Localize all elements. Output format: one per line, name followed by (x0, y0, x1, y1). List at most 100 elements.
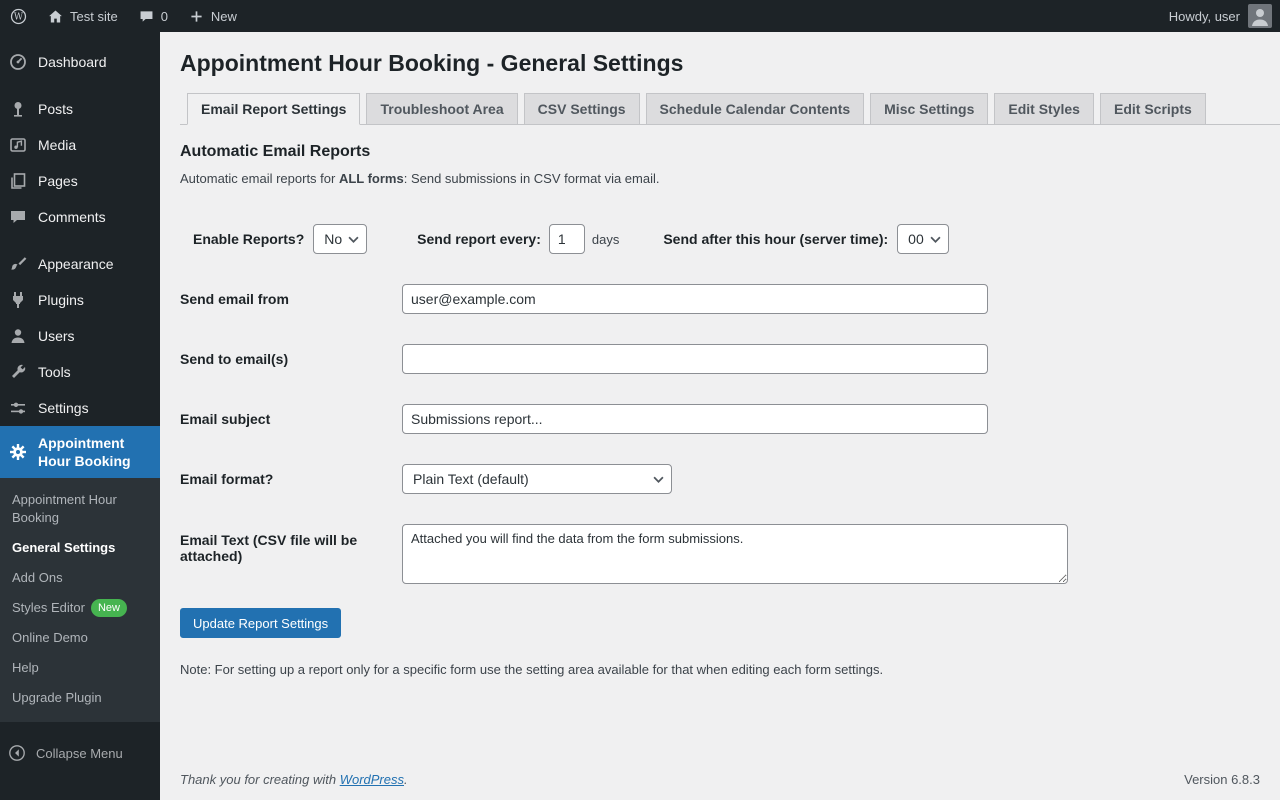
howdy-text[interactable]: Howdy, user (1169, 9, 1240, 24)
tab-edit-scripts[interactable]: Edit Scripts (1099, 93, 1206, 125)
site-name-label: Test site (70, 8, 118, 24)
tab-troubleshoot-area[interactable]: Troubleshoot Area (366, 93, 518, 125)
intro-prefix: Automatic email reports for (180, 171, 339, 186)
new-label: New (210, 8, 237, 24)
sidebar-item-settings[interactable]: Settings (0, 390, 160, 426)
sidebar-item-label: Media (38, 137, 77, 153)
collapse-menu-label: Collapse Menu (36, 745, 123, 761)
submenu-label: General Settings (12, 540, 116, 555)
main-content: Appointment Hour Booking - General Setti… (160, 32, 1280, 800)
email-text-label: Email Text (CSV file will be attached) (180, 532, 358, 564)
tab-edit-styles[interactable]: Edit Styles (994, 93, 1094, 125)
send-to-emails-label: Send to email(s) (180, 351, 289, 367)
intro-text: Automatic email reports for ALL forms: S… (180, 171, 1260, 186)
submenu-label: Online Demo (12, 630, 88, 645)
sidebar-item-users[interactable]: Users (0, 318, 160, 354)
sidebar-item-label: Users (38, 328, 75, 344)
settings-tabs: Email Report Settings Troubleshoot Area CS… (180, 93, 1280, 125)
tab-schedule-calendar-contents[interactable]: Schedule Calendar Contents (645, 93, 865, 125)
sidebar-item-posts[interactable]: Posts (0, 91, 160, 127)
send-to-emails-input[interactable] (402, 344, 988, 374)
submenu-item-add-ons[interactable]: Add Ons (0, 563, 160, 593)
collapse-menu-button[interactable]: Collapse Menu (0, 736, 160, 770)
plus-icon (188, 8, 205, 25)
svg-text:W: W (14, 12, 24, 22)
thanks-prefix: Thank you for creating with (180, 772, 340, 787)
sidebar-item-pages[interactable]: Pages (0, 163, 160, 199)
sidebar-item-label: Dashboard (38, 54, 107, 70)
admin-sidebar: Dashboard Posts Media Pages Comments App… (0, 32, 160, 800)
page-title: Appointment Hour Booking - General Setti… (180, 50, 684, 76)
users-icon (8, 326, 28, 346)
send-email-from-label: Send email from (180, 291, 289, 307)
sidebar-item-label: Posts (38, 101, 74, 117)
submenu-item-help[interactable]: Help (0, 653, 160, 683)
posts-icon (8, 99, 28, 119)
sidebar-item-label: Settings (38, 400, 89, 416)
sidebar-item-appearance[interactable]: Appearance (0, 246, 160, 282)
sidebar-item-label: Plugins (38, 292, 84, 308)
report-hour-value: 00 (908, 231, 924, 247)
days-unit-label: days (591, 231, 620, 247)
comments-icon (8, 207, 28, 227)
admin-footer: Thank you for creating with WordPress. V… (160, 762, 1280, 800)
plugin-submenu: Appointment Hour Booking General Setting… (0, 478, 160, 722)
submenu-item-upgrade-plugin[interactable]: Upgrade Plugin (0, 683, 160, 713)
submenu-item-general-settings[interactable]: General Settings (0, 533, 160, 563)
report-hour-select[interactable]: 00 (897, 224, 949, 254)
enable-reports-select[interactable]: No (313, 224, 368, 254)
submenu-item-online-demo[interactable]: Online Demo (0, 623, 160, 653)
sidebar-item-label: Comments (38, 209, 106, 225)
tools-wrench-icon (8, 362, 28, 382)
appearance-brush-icon (8, 254, 28, 274)
report-days-input[interactable] (548, 224, 585, 254)
submenu-item-appointment-hour-booking[interactable]: Appointment Hour Booking (0, 485, 160, 533)
submenu-label: Help (12, 660, 39, 675)
media-icon (8, 135, 28, 155)
chevron-left-circle-icon (8, 744, 26, 762)
submenu-item-styles-editor[interactable]: Styles Editor New (0, 593, 160, 623)
plugins-icon (8, 290, 28, 310)
sidebar-item-label: Pages (38, 173, 78, 189)
sidebar-item-dashboard[interactable]: Dashboard (0, 44, 160, 80)
new-badge: New (90, 599, 127, 617)
comment-bubble-icon (138, 8, 155, 25)
new-menu-button[interactable]: New (178, 0, 247, 32)
tab-csv-settings[interactable]: CSV Settings (523, 93, 640, 125)
note-text: Note: For setting up a report only for a… (180, 662, 884, 677)
sidebar-item-tools[interactable]: Tools (0, 354, 160, 390)
email-subject-input[interactable] (402, 404, 988, 434)
gear-icon (8, 442, 28, 462)
admin-bar: W Test site 0 New Howdy, user (0, 0, 1280, 32)
send-email-from-input[interactable] (402, 284, 988, 314)
update-report-settings-button[interactable]: Update Report Settings (180, 608, 342, 638)
sidebar-item-label: Appointment Hour Booking (38, 435, 131, 469)
sidebar-item-media[interactable]: Media (0, 127, 160, 163)
settings-sliders-icon (8, 398, 28, 418)
footer-thanks: Thank you for creating with WordPress. (180, 772, 408, 787)
enable-reports-value: No (324, 231, 343, 247)
comments-admin-bar-link[interactable]: 0 (128, 0, 178, 32)
enable-reports-label: Enable Reports? (193, 231, 305, 247)
tab-misc-settings[interactable]: Misc Settings (870, 93, 989, 125)
tab-email-report-settings[interactable]: Email Report Settings (187, 93, 361, 125)
submenu-label: Add Ons (12, 570, 63, 585)
sidebar-item-comments[interactable]: Comments (0, 199, 160, 235)
sidebar-item-appointment-hour-booking[interactable]: Appointment Hour Booking (0, 426, 160, 478)
site-name-link[interactable]: Test site (37, 0, 128, 32)
section-title: Automatic Email Reports (180, 143, 371, 160)
wordpress-logo-button[interactable]: W (0, 0, 37, 32)
wordpress-link[interactable]: WordPress (340, 772, 404, 787)
submenu-label: Styles Editor (12, 600, 85, 615)
sidebar-item-label: Tools (38, 364, 71, 380)
email-format-select[interactable]: Plain Text (default) (402, 464, 672, 494)
avatar[interactable] (1248, 4, 1272, 28)
version-text: Version 6.8.3 (1184, 772, 1260, 787)
thanks-suffix: . (404, 772, 408, 787)
sidebar-item-label: Appearance (38, 256, 114, 272)
submenu-label: Upgrade Plugin (12, 690, 102, 705)
email-text-textarea[interactable]: Attached you will find the data from the… (402, 524, 1068, 584)
email-format-value: Plain Text (default) (413, 471, 529, 487)
sidebar-item-plugins[interactable]: Plugins (0, 282, 160, 318)
chevron-down-icon (348, 236, 359, 243)
